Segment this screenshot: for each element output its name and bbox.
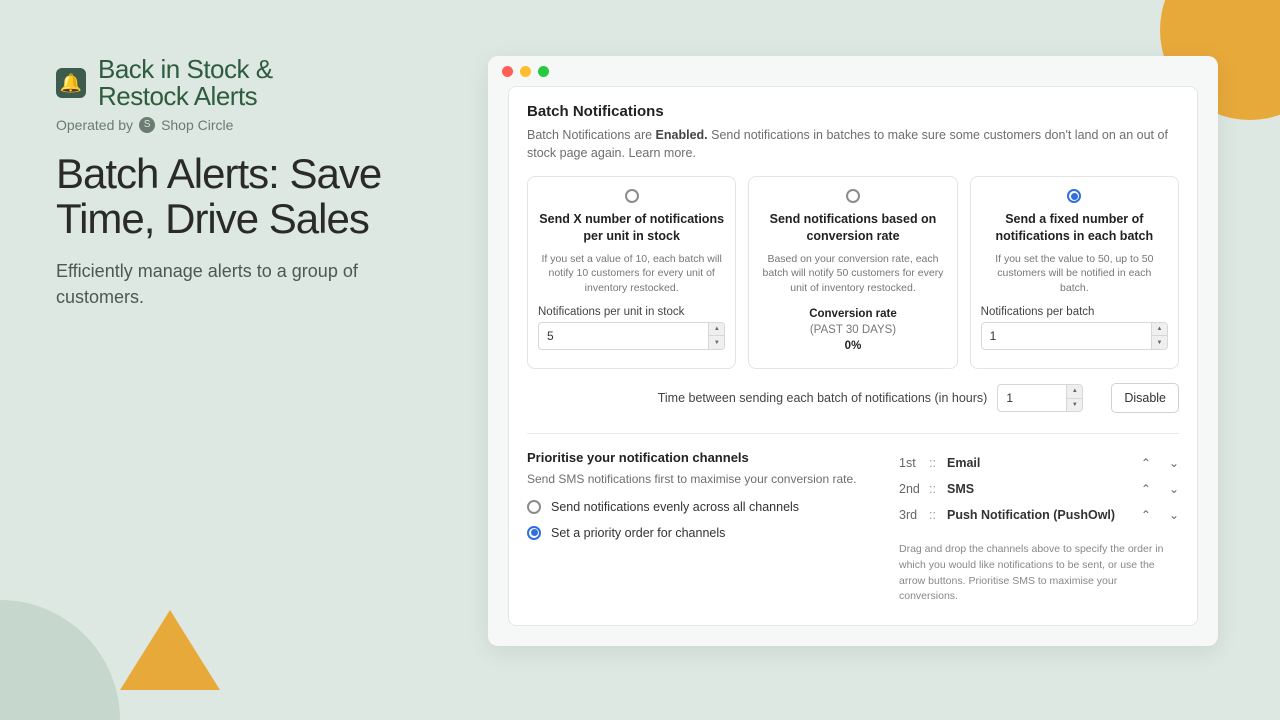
channel-name: Email	[947, 456, 1141, 470]
divider	[527, 433, 1179, 434]
chevron-up-icon[interactable]: ⌃	[1141, 508, 1151, 522]
card-title: Send notifications based on conversion r…	[759, 211, 946, 244]
radio-even-label: Send notifications evenly across all cha…	[551, 500, 799, 514]
priority-title: Prioritise your notification channels	[527, 450, 869, 465]
chevron-up-icon[interactable]: ⌃	[1141, 456, 1151, 470]
notifications-per-batch-input[interactable]	[981, 322, 1168, 350]
disable-button[interactable]: Disable	[1111, 383, 1179, 413]
maximize-icon[interactable]	[538, 66, 549, 77]
channel-ordinal: 2nd	[899, 482, 929, 496]
section-title-batch: Batch Notifications	[527, 103, 1179, 120]
priority-option-even[interactable]: Send notifications evenly across all cha…	[527, 500, 869, 514]
radio-fixed[interactable]	[1067, 189, 1081, 203]
card-title: Send X number of notifications per unit …	[538, 211, 725, 244]
page-subhead: Efficiently manage alerts to a group of …	[56, 259, 436, 309]
stepper-down-icon[interactable]: ▼	[1151, 336, 1167, 349]
decor-circle-bottom	[0, 600, 120, 720]
minimize-icon[interactable]	[520, 66, 531, 77]
radio-per-unit[interactable]	[625, 189, 639, 203]
option-card-fixed[interactable]: Send a fixed number of notifications in …	[970, 176, 1179, 369]
stepper-up-icon[interactable]: ▲	[1151, 323, 1167, 337]
channel-name: Push Notification (PushOwl)	[947, 508, 1141, 522]
option-card-per-unit[interactable]: Send X number of notifications per unit …	[527, 176, 736, 369]
card-desc: Based on your conversion rate, each batc…	[759, 252, 946, 296]
channel-sep: ::	[929, 456, 947, 470]
app-name: Back in Stock & Restock Alerts	[98, 56, 273, 111]
enabled-badge: Enabled.	[656, 128, 708, 142]
chevron-down-icon[interactable]: ⌄	[1169, 508, 1179, 522]
window-titlebar	[488, 56, 1218, 86]
notifications-per-unit-input[interactable]	[538, 322, 725, 350]
page-headline: Batch Alerts: Save Time, Drive Sales	[56, 151, 436, 242]
radio-even[interactable]	[527, 500, 541, 514]
desc-pre: Batch Notifications are	[527, 128, 656, 142]
operated-by-label: Operated by	[56, 117, 133, 133]
option-card-conversion[interactable]: Send notifications based on conversion r…	[748, 176, 957, 369]
conversion-rate-value: 0%	[759, 338, 946, 354]
stepper-up-icon[interactable]: ▲	[1066, 385, 1082, 399]
time-between-label: Time between sending each batch of notif…	[658, 391, 988, 405]
field-label: Notifications per batch	[981, 306, 1168, 318]
channel-sep: ::	[929, 508, 947, 522]
learn-more-link[interactable]: Learn more.	[628, 146, 695, 160]
channel-row[interactable]: 1st :: Email ⌃ ⌄	[899, 450, 1179, 476]
decor-triangle	[120, 610, 220, 690]
radio-conversion[interactable]	[846, 189, 860, 203]
chevron-down-icon[interactable]: ⌄	[1169, 482, 1179, 496]
channel-sep: ::	[929, 482, 947, 496]
card-title: Send a fixed number of notifications in …	[981, 211, 1168, 244]
chevron-up-icon[interactable]: ⌃	[1141, 482, 1151, 496]
channel-name: SMS	[947, 482, 1141, 496]
channel-ordinal: 3rd	[899, 508, 929, 522]
close-icon[interactable]	[502, 66, 513, 77]
section-desc-batch: Batch Notifications are Enabled. Send no…	[527, 126, 1179, 162]
field-label: Notifications per unit in stock	[538, 306, 725, 318]
shop-circle-icon: S	[139, 117, 155, 133]
priority-desc: Send SMS notifications first to maximise…	[527, 471, 869, 488]
app-icon: 🔔	[56, 68, 86, 98]
stepper-down-icon[interactable]: ▼	[1066, 399, 1082, 412]
channel-row[interactable]: 2nd :: SMS ⌃ ⌄	[899, 476, 1179, 502]
channel-ordinal: 1st	[899, 456, 929, 470]
conversion-rate-sub: (PAST 30 DAYS)	[759, 322, 946, 338]
priority-option-order[interactable]: Set a priority order for channels	[527, 526, 869, 540]
stepper-up-icon[interactable]: ▲	[708, 323, 724, 337]
chevron-down-icon[interactable]: ⌄	[1169, 456, 1179, 470]
shop-circle-name: Shop Circle	[161, 117, 233, 133]
priority-hint: Drag and drop the channels above to spec…	[899, 542, 1179, 605]
channel-row[interactable]: 3rd :: Push Notification (PushOwl) ⌃ ⌄	[899, 502, 1179, 528]
card-desc: If you set a value of 10, each batch wil…	[538, 252, 725, 296]
conversion-rate-label: Conversion rate	[759, 306, 946, 322]
radio-order[interactable]	[527, 526, 541, 540]
app-window: Batch Notifications Batch Notifications …	[488, 56, 1218, 646]
stepper-down-icon[interactable]: ▼	[708, 336, 724, 349]
radio-order-label: Set a priority order for channels	[551, 526, 725, 540]
card-desc: If you set the value to 50, up to 50 cus…	[981, 252, 1168, 296]
